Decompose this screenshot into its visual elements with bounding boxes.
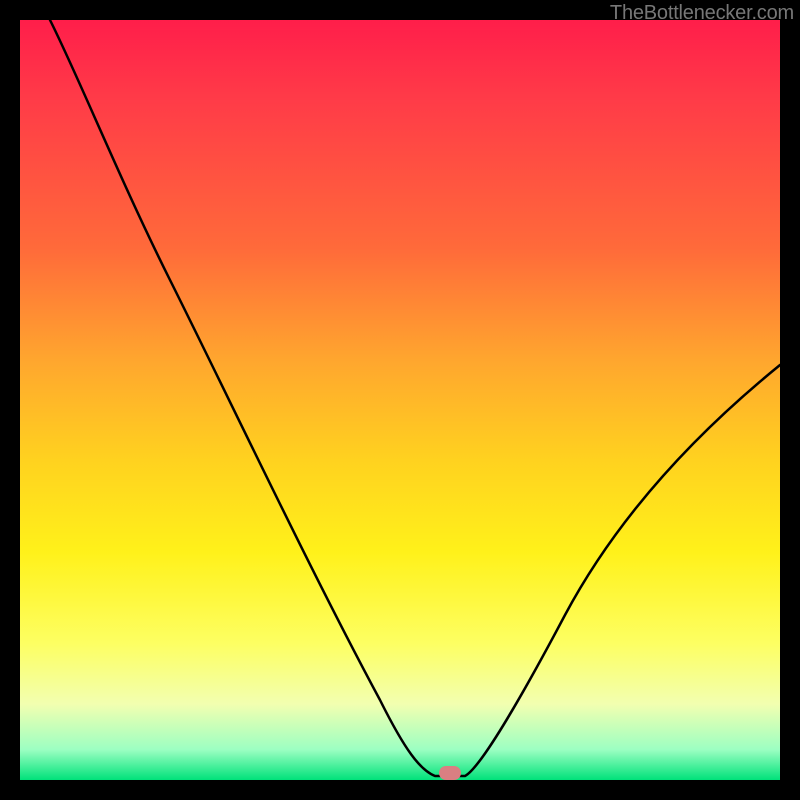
- bottleneck-marker: [439, 766, 461, 780]
- plot-frame: [20, 20, 780, 780]
- bottleneck-curve: [20, 20, 780, 780]
- attribution-text: TheBottlenecker.com: [610, 2, 794, 25]
- curve-path: [50, 20, 780, 776]
